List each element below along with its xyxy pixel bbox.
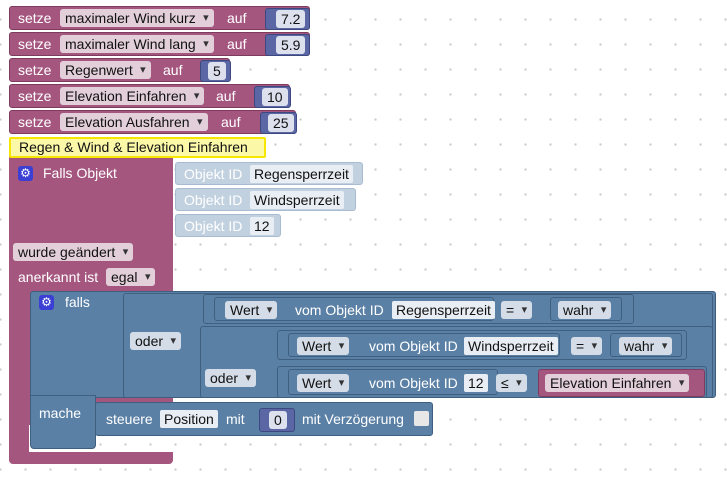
- to-label: auf: [221, 114, 241, 130]
- compare-block-2[interactable]: Wert vom Objekt ID Windsperrzeit = wahr: [277, 330, 687, 360]
- operator-dropdown[interactable]: =: [571, 337, 603, 355]
- set-block-wind-lang[interactable]: setze maximaler Wind lang auf 5.9: [9, 32, 310, 56]
- boolean-dropdown[interactable]: wahr: [558, 301, 612, 319]
- or-dropdown[interactable]: oder: [130, 332, 182, 350]
- to-label: auf: [227, 10, 247, 26]
- set-block-elevation-einfahren[interactable]: setze Elevation Einfahren auf 10: [9, 84, 291, 108]
- trigger-comment[interactable]: Regen & Wind & Elevation Einfahren: [9, 137, 266, 158]
- number-block[interactable]: 5.9: [265, 34, 310, 56]
- object-id-block-1[interactable]: Objekt ID Regensperrzeit: [175, 162, 363, 185]
- delay-checkbox[interactable]: [414, 411, 429, 426]
- from-object-label: vom Objekt ID: [295, 302, 384, 318]
- object-id-field[interactable]: Windsperrzeit: [464, 337, 558, 355]
- operator-dropdown[interactable]: =: [501, 301, 533, 319]
- from-object-label: vom Objekt ID: [369, 375, 458, 391]
- set-label: setze: [18, 62, 52, 78]
- number-block[interactable]: 0: [259, 408, 295, 432]
- object-id-block-3[interactable]: Objekt ID 12: [175, 214, 281, 237]
- boolean-block[interactable]: wahr: [550, 297, 622, 321]
- with-label: mit: [226, 411, 245, 427]
- object-id-field[interactable]: Windsperrzeit: [250, 191, 344, 209]
- variable-dropdown[interactable]: maximaler Wind kurz: [60, 9, 214, 27]
- set-label: setze: [18, 10, 52, 26]
- compare-block-1[interactable]: Wert vom Objekt ID Regensperrzeit = wahr: [203, 294, 634, 324]
- variable-dropdown[interactable]: Regenwert: [60, 61, 151, 79]
- value-of-object-block[interactable]: Wert vom Objekt ID Windsperrzeit: [288, 333, 560, 357]
- or-dropdown[interactable]: oder: [205, 369, 257, 387]
- number-field[interactable]: 7.2: [276, 10, 306, 28]
- falls-label: falls: [65, 294, 90, 310]
- set-label: setze: [18, 88, 52, 104]
- set-block-regenwert[interactable]: setze Regenwert auf 5: [9, 58, 231, 82]
- value-of-object-block[interactable]: Wert vom Objekt ID Regensperrzeit: [214, 297, 495, 321]
- number-block[interactable]: 10: [254, 86, 291, 108]
- object-id-block-2[interactable]: Objekt ID Windsperrzeit: [175, 188, 356, 211]
- change-type-dropdown[interactable]: wurde geändert: [13, 243, 134, 261]
- gear-icon[interactable]: ⚙: [39, 295, 54, 310]
- falls-objekt-label: Falls Objekt: [43, 165, 117, 181]
- compare-block-3[interactable]: Wert vom Objekt ID 12 ≤ Elevation Einfah…: [277, 366, 707, 398]
- value-dropdown[interactable]: Wert: [297, 374, 350, 392]
- number-field[interactable]: 10: [262, 88, 288, 106]
- ack-label: anerkannt ist: [18, 269, 99, 285]
- to-label: auf: [163, 62, 183, 78]
- variable-dropdown[interactable]: maximaler Wind lang: [60, 35, 214, 53]
- value-of-object-block[interactable]: Wert vom Objekt ID 12: [288, 369, 498, 395]
- object-id-label: Objekt ID: [184, 192, 243, 208]
- control-object-field[interactable]: Position: [160, 410, 218, 428]
- variable-dropdown[interactable]: Elevation Einfahren: [545, 374, 690, 392]
- object-id-label: Objekt ID: [184, 166, 243, 182]
- control-label: steuere: [106, 411, 153, 427]
- value-dropdown[interactable]: Wert: [225, 301, 278, 319]
- trigger-block-bottom: [9, 452, 173, 464]
- ack-dropdown[interactable]: egal: [106, 268, 156, 286]
- boolean-block[interactable]: wahr: [610, 333, 682, 357]
- number-block[interactable]: 7.2: [265, 8, 310, 30]
- variable-dropdown[interactable]: Elevation Einfahren: [60, 87, 205, 105]
- number-field[interactable]: 0: [269, 411, 287, 429]
- object-id-field[interactable]: 12: [464, 374, 488, 392]
- to-label: auf: [216, 88, 236, 104]
- value-dropdown[interactable]: Wert: [297, 337, 350, 355]
- mache-label: mache: [39, 405, 82, 421]
- gear-icon[interactable]: ⚙: [18, 166, 33, 181]
- set-block-wind-kurz[interactable]: setze maximaler Wind kurz auf 7.2: [9, 6, 310, 30]
- to-label: auf: [227, 36, 247, 52]
- object-id-field[interactable]: Regensperrzeit: [250, 165, 353, 183]
- set-label: setze: [18, 114, 52, 130]
- operator-dropdown[interactable]: ≤: [496, 374, 527, 392]
- object-id-field[interactable]: 12: [250, 217, 274, 235]
- from-object-label: vom Objekt ID: [369, 338, 458, 354]
- number-field[interactable]: 5: [208, 62, 226, 80]
- set-block-elevation-ausfahren[interactable]: setze Elevation Ausfahren auf 25: [9, 110, 297, 134]
- boolean-dropdown[interactable]: wahr: [619, 337, 673, 355]
- variable-get-block[interactable]: Elevation Einfahren: [538, 369, 705, 397]
- number-block[interactable]: 25: [260, 112, 297, 134]
- trigger-block-left-wall-lower: [9, 425, 29, 455]
- number-field[interactable]: 5.9: [276, 36, 306, 54]
- number-block[interactable]: 5: [200, 60, 231, 82]
- set-label: setze: [18, 36, 52, 52]
- number-field[interactable]: 25: [268, 114, 294, 132]
- control-block[interactable]: steuere Position mit 0 mit Verzögerung: [95, 402, 433, 436]
- object-id-field[interactable]: Regensperrzeit: [392, 301, 495, 319]
- variable-dropdown[interactable]: Elevation Ausfahren: [60, 113, 208, 131]
- delay-label: mit Verzögerung: [302, 411, 404, 427]
- object-id-label: Objekt ID: [184, 218, 243, 234]
